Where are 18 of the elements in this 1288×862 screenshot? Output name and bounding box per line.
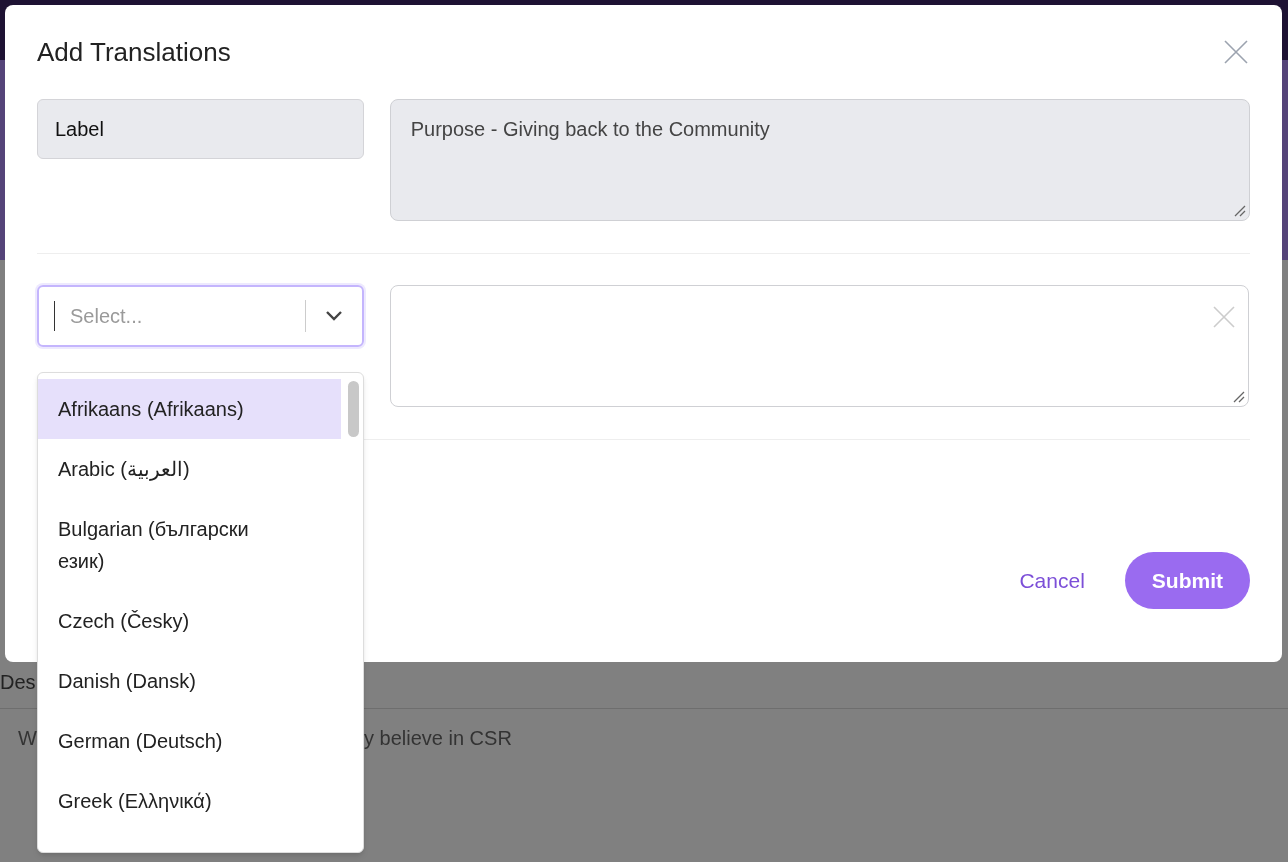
close-icon bbox=[1224, 40, 1248, 64]
scrollbar-thumb[interactable] bbox=[348, 381, 359, 437]
resize-handle-icon bbox=[1233, 391, 1245, 403]
background-text: Des bbox=[0, 670, 36, 695]
resize-handle-icon bbox=[1234, 205, 1246, 217]
background-text: W bbox=[18, 726, 37, 751]
cancel-button[interactable]: Cancel bbox=[1019, 564, 1085, 597]
chevron-down-icon[interactable] bbox=[325, 310, 343, 322]
translation-text-area[interactable] bbox=[390, 285, 1249, 407]
label-field: Label bbox=[37, 99, 364, 159]
label-text: Purpose - Giving back to the Community bbox=[410, 118, 770, 140]
background-text: y believe in CSR bbox=[364, 726, 512, 751]
label-text-area[interactable]: Purpose - Giving back to the Community bbox=[389, 99, 1250, 221]
submit-button[interactable]: Submit bbox=[1124, 552, 1250, 609]
language-option[interactable]: Afrikaans (Afrikaans) bbox=[38, 379, 341, 439]
clear-icon[interactable] bbox=[1213, 306, 1235, 328]
dialog-title: Add Translations bbox=[37, 35, 231, 69]
close-button[interactable] bbox=[1222, 38, 1250, 66]
